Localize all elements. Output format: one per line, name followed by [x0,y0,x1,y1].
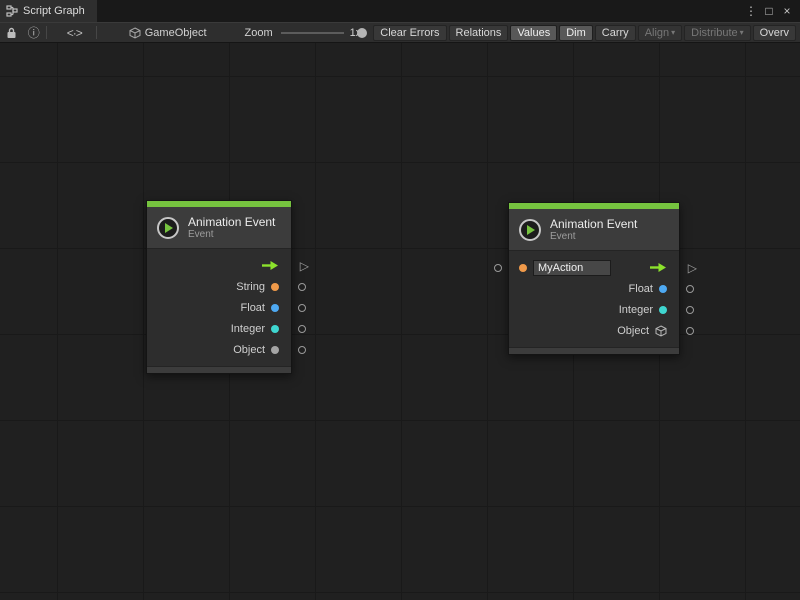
object-port-dot [271,346,279,354]
float-port-dot [659,285,667,293]
object-output-port[interactable] [298,346,306,354]
dropdown-arrow-icon: ▾ [671,29,675,37]
gameobject-label[interactable]: GameObject [145,27,207,39]
node-titles: Animation Event Event [550,217,637,243]
toolbar-divider [96,26,97,39]
gameobject-icon [129,27,141,39]
port-row-object: Object [147,339,291,360]
port-row-object: Object [509,320,679,341]
port-row-integer: Integer [509,299,679,320]
node-titles: Animation Event Event [188,215,275,241]
node-header: Animation Event Event [147,207,291,249]
string-port-dot [271,283,279,291]
toolbar-divider [46,26,47,39]
node-footer [147,366,291,373]
port-row-integer: Integer [147,318,291,339]
object-output-port[interactable] [686,327,694,335]
float-output-port[interactable] [686,285,694,293]
port-label-object: Object [233,344,265,356]
name-port-dot [519,264,527,272]
relations-button[interactable]: Relations [449,25,509,41]
port-label-float: Float [241,302,265,314]
name-input-port[interactable] [494,264,502,272]
maximize-icon[interactable]: □ [762,4,776,18]
graph-canvas[interactable]: Animation Event Event ▷ String Floa [0,43,800,600]
port-label-integer: Integer [619,304,653,316]
script-graph-window: Script Graph ⋮ □ × ⓘ <·> GameObject Zoom… [0,0,800,600]
port-label-float: Float [629,283,653,295]
event-icon [157,217,179,239]
flow-arrow-icon [649,262,667,273]
port-row-flow: ▷ [147,255,291,276]
integer-output-port[interactable] [298,325,306,333]
dim-button[interactable]: Dim [559,25,593,41]
event-name-field[interactable] [533,260,611,276]
node-body: ▷ String Float Integer [147,249,291,366]
values-button[interactable]: Values [510,25,557,41]
port-label-object: Object [617,325,649,337]
node-footer [509,347,679,354]
node-subtitle: Event [188,229,275,241]
node-animation-event-2[interactable]: Animation Event Event ▷ Float [508,202,680,355]
object-cube-icon [655,325,667,337]
port-row-float: Float [147,297,291,318]
zoom-slider-knob[interactable] [357,28,367,38]
carry-button[interactable]: Carry [595,25,636,41]
node-body: ▷ Float Integer Object [509,251,679,347]
tab-title: Script Graph [23,5,85,17]
zoom-slider[interactable] [281,28,344,38]
node-subtitle: Event [550,231,637,243]
flow-arrow-icon [261,260,279,271]
port-row-name-flow: ▷ [509,257,679,278]
dropdown-arrow-icon: ▾ [740,29,744,37]
node-animation-event-1[interactable]: Animation Event Event ▷ String Floa [146,200,292,374]
play-icon [165,223,173,233]
node-title: Animation Event [188,215,275,229]
tab-script-graph[interactable]: Script Graph [0,0,97,22]
node-title: Animation Event [550,217,637,231]
node-header: Animation Event Event [509,209,679,251]
event-icon [519,219,541,241]
float-port-dot [271,304,279,312]
float-output-port[interactable] [298,304,306,312]
lock-icon[interactable] [6,27,18,39]
graph-icon [6,5,18,17]
integer-port-dot [659,306,667,314]
clear-errors-button[interactable]: Clear Errors [373,25,446,41]
port-label-string: String [236,281,265,293]
flow-output-port[interactable]: ▷ [300,260,309,272]
window-controls: ⋮ □ × [744,0,800,22]
distribute-button[interactable]: Distribute▾ [684,25,750,41]
flow-output-port[interactable]: ▷ [688,262,697,274]
play-icon [527,225,535,235]
window-menu-icon[interactable]: ⋮ [744,4,758,18]
string-output-port[interactable] [298,283,306,291]
integer-port-dot [271,325,279,333]
integer-output-port[interactable] [686,306,694,314]
port-row-string: String [147,276,291,297]
info-icon[interactable]: ⓘ [28,24,40,41]
code-brackets-icon[interactable]: <·> [67,26,82,40]
zoom-label: Zoom [245,27,273,39]
graph-toolbar: ⓘ <·> GameObject Zoom 1x Clear Errors Re… [0,22,800,43]
zoom-slider-track [281,32,344,34]
align-button[interactable]: Align▾ [638,25,682,41]
overview-button[interactable]: Overv [753,25,796,41]
port-row-float: Float [509,278,679,299]
titlebar: Script Graph ⋮ □ × [0,0,800,22]
close-icon[interactable]: × [780,4,794,18]
port-label-integer: Integer [231,323,265,335]
